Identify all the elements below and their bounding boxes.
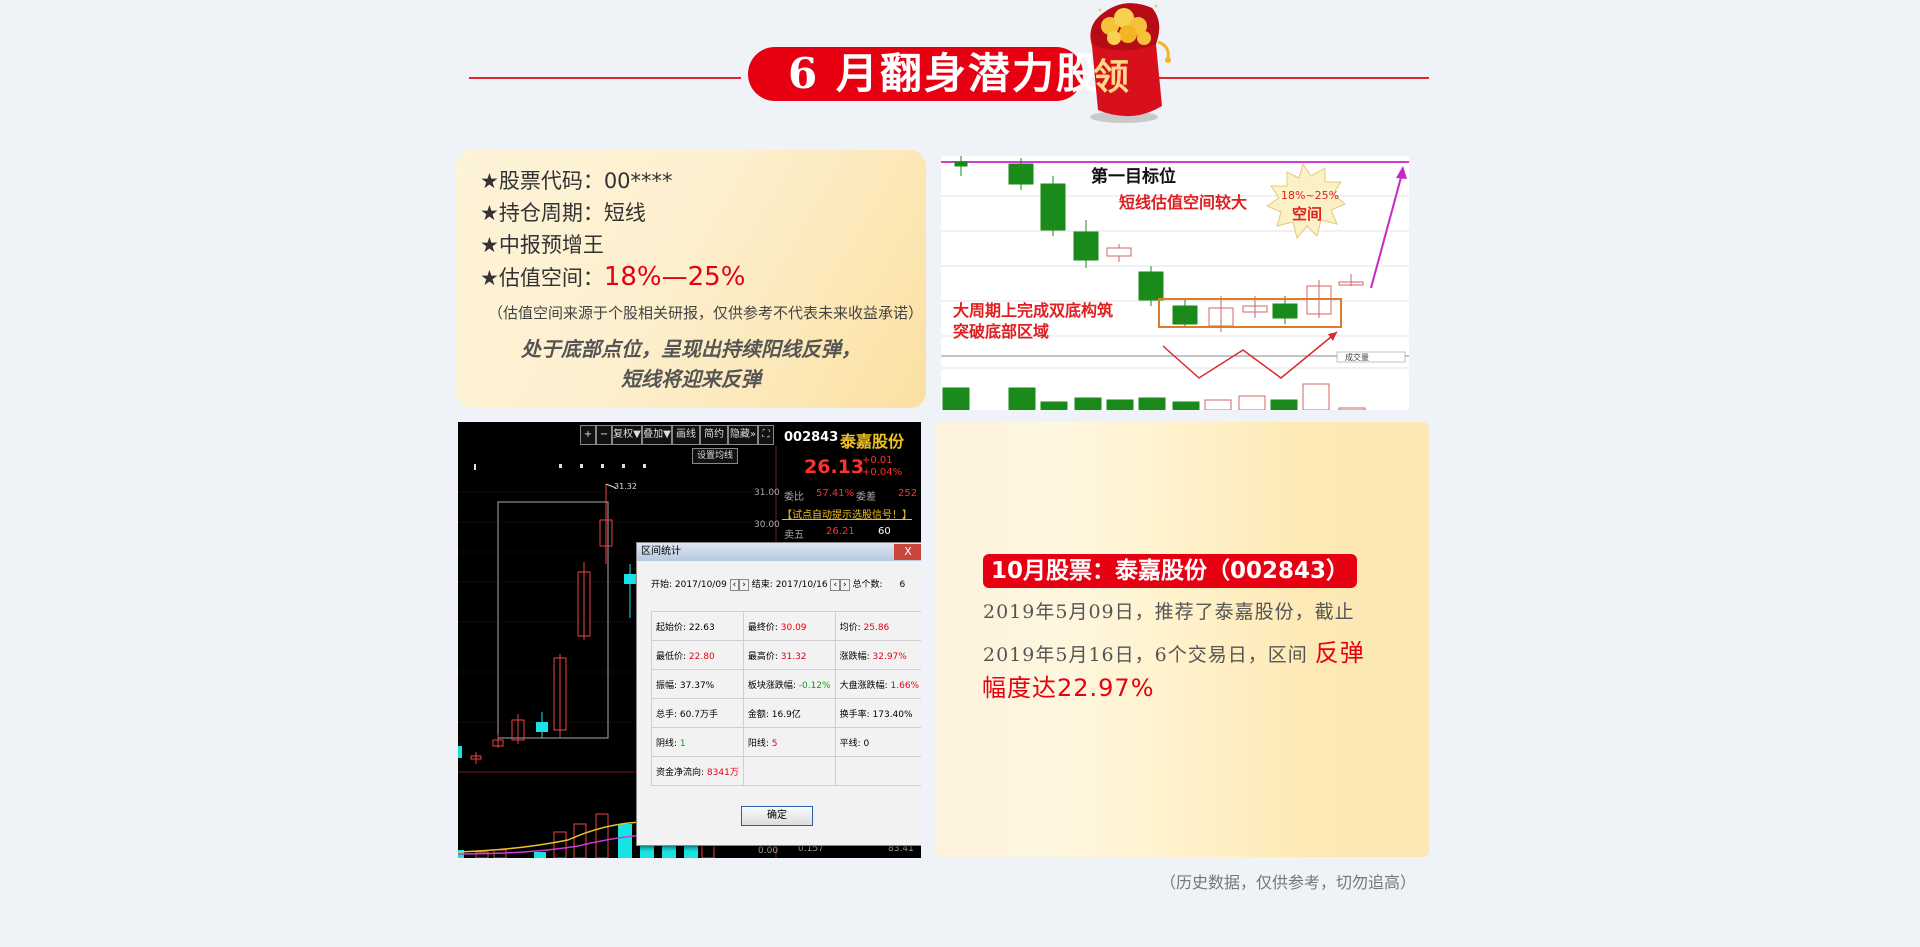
volume-legend: 成交量 — [1345, 353, 1369, 362]
diff-label: 委差 — [856, 492, 876, 503]
y-label-mid: 30.00 — [754, 520, 780, 530]
table-row: 阴线: 1 阳线: 5 平线: 0 — [651, 727, 921, 757]
dialog-title: 区间统计 — [641, 546, 681, 557]
end-prev-icon[interactable]: ‹ — [830, 579, 841, 591]
target-label: 第一目标位 — [1091, 167, 1176, 187]
start-prev-icon[interactable]: ‹ — [729, 579, 740, 591]
footnote: （历史数据，仅供参考，切勿追高） — [1160, 873, 1417, 892]
sell5-label: 卖五 — [784, 530, 804, 541]
valuation-space-label: ★估值空间： — [480, 266, 604, 290]
analysis-line-2: 短线将迎来反弹 — [621, 367, 761, 391]
stats-table: 起始价: 22.63 最终价: 30.09 均价: 25.86 最低价: 22.… — [651, 611, 921, 786]
price-change: +0.01 — [862, 455, 893, 466]
start-next-icon[interactable]: › — [739, 579, 749, 591]
count-value: 6 — [899, 580, 906, 590]
case-study-card: 10月股票：泰嘉股份（002843） 2019年5月09日，推荐了泰嘉股份，截止… — [935, 422, 1429, 857]
stock-info-card: ★股票代码：00**** ★持仓周期：短线 ★中报预增王 ★估值空间：18%—2… — [456, 150, 926, 408]
case-result: 幅度达22.97% — [982, 674, 1155, 702]
peak-label: 31.32 — [614, 482, 637, 491]
stat-cell — [834, 756, 921, 786]
stat-cell: 大盘涨跌幅: 1.66% — [834, 669, 921, 699]
stat-cell: 均价: 25.86 — [834, 611, 921, 641]
stat-cell: 总手: 60.7万手 — [651, 698, 744, 728]
ok-button[interactable]: 确定 — [741, 806, 813, 826]
stat-cell: 资金净流向: 8341万 — [651, 756, 744, 786]
stat-cell: 金额: 16.9亿 — [742, 698, 836, 728]
table-row: 资金净流向: 8341万 — [651, 756, 921, 786]
end-next-icon[interactable]: › — [840, 579, 850, 591]
close-icon[interactable]: X — [894, 544, 921, 560]
burst-label: 空间 — [1292, 205, 1323, 223]
range-stats-dialog: 区间统计 X 开始: 2017/10/09 ‹ › 结束: 2017/10/16 … — [636, 542, 921, 846]
stock-code: ★股票代码：00**** — [480, 169, 673, 193]
sell5-volume: 60 — [878, 526, 891, 537]
stat-cell: 涨跌幅: 32.97% — [834, 640, 921, 670]
case-line-1: 2019年5月09日，推荐了泰嘉股份，截止 — [983, 601, 1355, 623]
bottom-value-1: 0.00 — [758, 846, 779, 856]
price-change-pct: +0.04% — [862, 467, 903, 478]
table-row: 最低价: 22.80 最高价: 31.32 涨跌幅: 32.97% — [651, 640, 921, 670]
dialog-titlebar[interactable]: 区间统计 X — [637, 543, 921, 561]
count-label: 总个数: — [852, 580, 883, 590]
table-row: 振幅: 37.37% 板块涨跌幅: -0.12% 大盘涨跌幅: 1.66% — [651, 669, 921, 699]
current-price: 26.13 — [804, 456, 865, 478]
stat-cell: 起始价: 22.63 — [651, 611, 744, 641]
alert-link[interactable]: 【试点自动提示选股信号！】 — [782, 506, 912, 521]
ratio-value: 57.41% — [816, 488, 855, 499]
stock-name-display: 泰嘉股份 — [840, 432, 905, 451]
case-badge: 10月股票：泰嘉股份（002843） — [983, 554, 1358, 588]
candlestick-chart-analysis: 第一目标位 短线估值空间较大 18%~25% 空间 大周期上完成双底构筑 突破底… — [941, 156, 1409, 410]
case-line-2-highlight: 反弹 — [1314, 639, 1365, 667]
stat-cell: 板块涨跌幅: -0.12% — [742, 669, 836, 699]
end-date-input[interactable]: 2017/10/16 — [776, 580, 828, 590]
sell5-price: 26.21 — [826, 526, 855, 537]
valuation-label: 短线估值空间较大 — [1119, 193, 1248, 212]
y-label-top: 31.00 — [754, 488, 780, 498]
stat-cell: 振幅: 37.37% — [651, 669, 744, 699]
header-rule-right — [1157, 77, 1429, 79]
burst-percent: 18%~25% — [1281, 189, 1340, 202]
disclaimer-note: （估值空间来源于个股相关研报，仅供参考不代表未来收益承诺） — [488, 304, 924, 322]
diff-value: 252 — [898, 488, 918, 499]
end-label: 结束: — [751, 580, 773, 590]
stat-cell — [742, 756, 836, 786]
stock-code-display: 002843 — [784, 430, 839, 445]
case-line-2-text: 2019年5月16日，6个交易日，区间 — [983, 644, 1308, 666]
stat-cell: 最终价: 30.09 — [742, 611, 836, 641]
table-row: 起始价: 22.63 最终价: 30.09 均价: 25.86 — [651, 611, 921, 641]
date-range-row: 开始: 2017/10/09 ‹ › 结束: 2017/10/16 ‹ › 总个数:… — [651, 577, 906, 591]
stat-cell: 最低价: 22.80 — [651, 640, 744, 670]
case-line-2: 2019年5月16日，6个交易日，区间 反弹 — [983, 638, 1403, 670]
start-date-input[interactable]: 2017/10/09 — [675, 580, 727, 590]
stat-cell: 换手率: 173.40% — [834, 698, 921, 728]
pattern-line-2: 突破底部区域 — [953, 322, 1050, 341]
stat-cell: 阴线: 1 — [651, 727, 744, 757]
valuation-space: ★估值空间：18%—25% — [480, 263, 745, 292]
table-row: 总手: 60.7万手 金额: 16.9亿 换手率: 173.40% — [651, 698, 921, 728]
bag-label: 领 — [1093, 56, 1130, 98]
ratio-label: 委比 — [784, 492, 804, 503]
trading-software-screenshot: + − 复权▼ 叠加▼ 画线 简约 隐藏» ⛶ 设置均线 31.32 31.00… — [458, 422, 921, 858]
analysis-line-1: 处于底部点位，呈现出持续阳线反弹， — [521, 337, 861, 361]
stock-tag: ★中报预增王 — [480, 233, 604, 257]
start-label: 开始: — [651, 580, 673, 590]
page-title: 6 月翻身潜力股 — [788, 49, 1100, 98]
holding-period: ★持仓周期：短线 — [480, 201, 646, 225]
header-rule-left — [469, 77, 741, 79]
stat-cell: 最高价: 31.32 — [742, 640, 836, 670]
stat-cell: 阳线: 5 — [742, 727, 836, 757]
stat-cell: 平线: 0 — [834, 727, 921, 757]
valuation-space-value: 18%—25% — [603, 262, 746, 292]
